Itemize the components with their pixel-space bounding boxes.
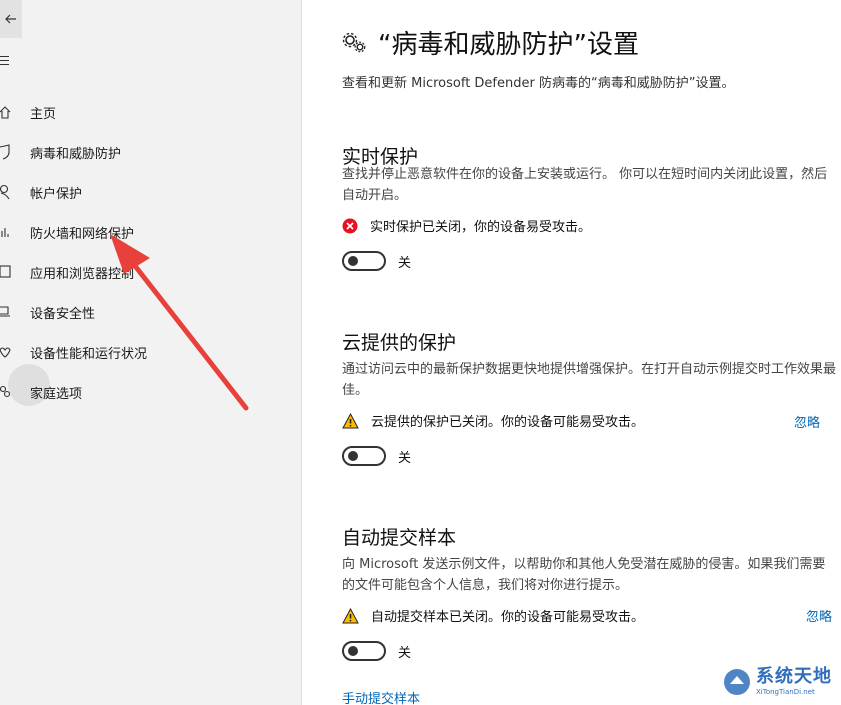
home-icon [0,106,11,119]
person-icon [0,184,10,200]
shield-icon [0,144,10,160]
watermark-text-cn: 系统天地 [756,665,832,687]
dismiss-link-sample[interactable]: 忽略 [806,606,832,625]
sidebar-item-account-protection[interactable]: 帐户保护 [0,172,300,212]
section-title-cloud: 云提供的保护 [342,332,457,354]
page-header: “病毒和威胁防护”设置 [342,24,639,61]
back-arrow-icon [5,14,16,24]
status-text: 实时保护已关闭，你的设备易受攻击。 [370,220,592,235]
watermark-text-en: XiTongTianDi.net [756,687,815,696]
page-title: “病毒和威胁防护”设置 [378,30,639,60]
section-desc-cloud: 通过访问云中的最新保护数据更快地提供增强保护。在打开自动示例提交时工作效果最佳。 [342,362,837,398]
sample-submission-toggle[interactable] [342,641,386,661]
sidebar-item-label: 病毒和威胁防护 [30,146,122,162]
gear-icon [342,32,366,52]
status-text: 云提供的保护已关闭。你的设备可能易受攻击。 [371,415,645,430]
sidebar-item-home[interactable]: 主页 [0,92,300,132]
toggle-knob [348,256,358,266]
heart-icon [0,347,11,358]
cloud-protection-toggle[interactable] [342,446,386,466]
page-subtitle: 查看和更新 Microsoft Defender 防病毒的“病毒和威胁防护”设置… [342,76,735,91]
family-icon [0,385,11,398]
sidebar-item-device-security[interactable]: 设备安全性 [0,292,300,332]
manual-submit-link[interactable]: 手动提交样本 [342,688,420,705]
error-icon [342,218,358,233]
status-cloud: 云提供的保护已关闭。你的设备可能易受攻击。 [342,411,644,430]
main-content: “病毒和威胁防护”设置 查看和更新 Microsoft Defender 防病毒… [302,0,841,705]
toggle-state-label: 关 [398,645,412,661]
toggle-row-sample: 关 [342,641,411,661]
app-window-icon [0,265,11,278]
wifi-icon [1,228,9,237]
sidebar-item-device-performance[interactable]: 设备性能和运行状况 [0,332,300,372]
toggle-state-label: 关 [398,255,412,271]
sidebar-item-label: 帐户保护 [30,186,83,202]
sidebar-item-family-options[interactable]: 家庭选项 [0,372,300,412]
sidebar-item-app-browser-control[interactable]: 应用和浏览器控制 [0,252,300,292]
sidebar-item-label: 防火墙和网络保护 [30,226,135,242]
section-desc-sample: 向 Microsoft 发送示例文件，以帮助你和其他人免受潜在威胁的侵害。如果我… [342,557,826,593]
sidebar-item-label: 设备安全性 [30,306,96,322]
watermark-logo: 系统天地 XiTongTianDi.net [722,658,841,705]
toggle-state-label: 关 [398,450,412,466]
toggle-row-cloud: 关 [342,446,411,466]
toggle-knob [348,451,358,461]
toggle-row-realtime: 关 [342,251,411,271]
sidebar-item-label: 家庭选项 [30,386,83,402]
dismiss-link-cloud[interactable]: 忽略 [794,412,820,431]
status-sample: 自动提交样本已关闭。你的设备可能易受攻击。 [342,606,644,625]
status-realtime: 实时保护已关闭，你的设备易受攻击。 [342,216,591,235]
toggle-knob [348,646,358,656]
back-button[interactable] [0,0,22,38]
sidebar-item-firewall[interactable]: 防火墙和网络保护 [0,212,300,252]
sidebar-item-label: 应用和浏览器控制 [30,266,135,282]
laptop-icon [0,306,10,317]
section-desc-realtime: 查找并停止恶意软件在你的设备上安装或运行。 你可以在短时间内关闭此设置，然后自动… [342,167,828,203]
status-text: 自动提交样本已关闭。你的设备可能易受攻击。 [371,610,645,625]
warning-icon [342,607,359,623]
warning-icon [342,412,359,428]
realtime-protection-toggle[interactable] [342,251,386,271]
sidebar-item-label: 设备性能和运行状况 [30,346,148,362]
menu-icon[interactable] [0,52,14,72]
sidebar: 主页 病毒和威胁防护 帐户保护 防火墙和网络保护 应用和浏览器控制 设备安全性 … [0,0,302,705]
sidebar-item-label: 主页 [30,106,57,122]
watermark-icon [724,668,750,695]
section-title-sample: 自动提交样本 [342,527,457,549]
sidebar-item-virus-protection[interactable]: 病毒和威胁防护 [0,132,300,172]
